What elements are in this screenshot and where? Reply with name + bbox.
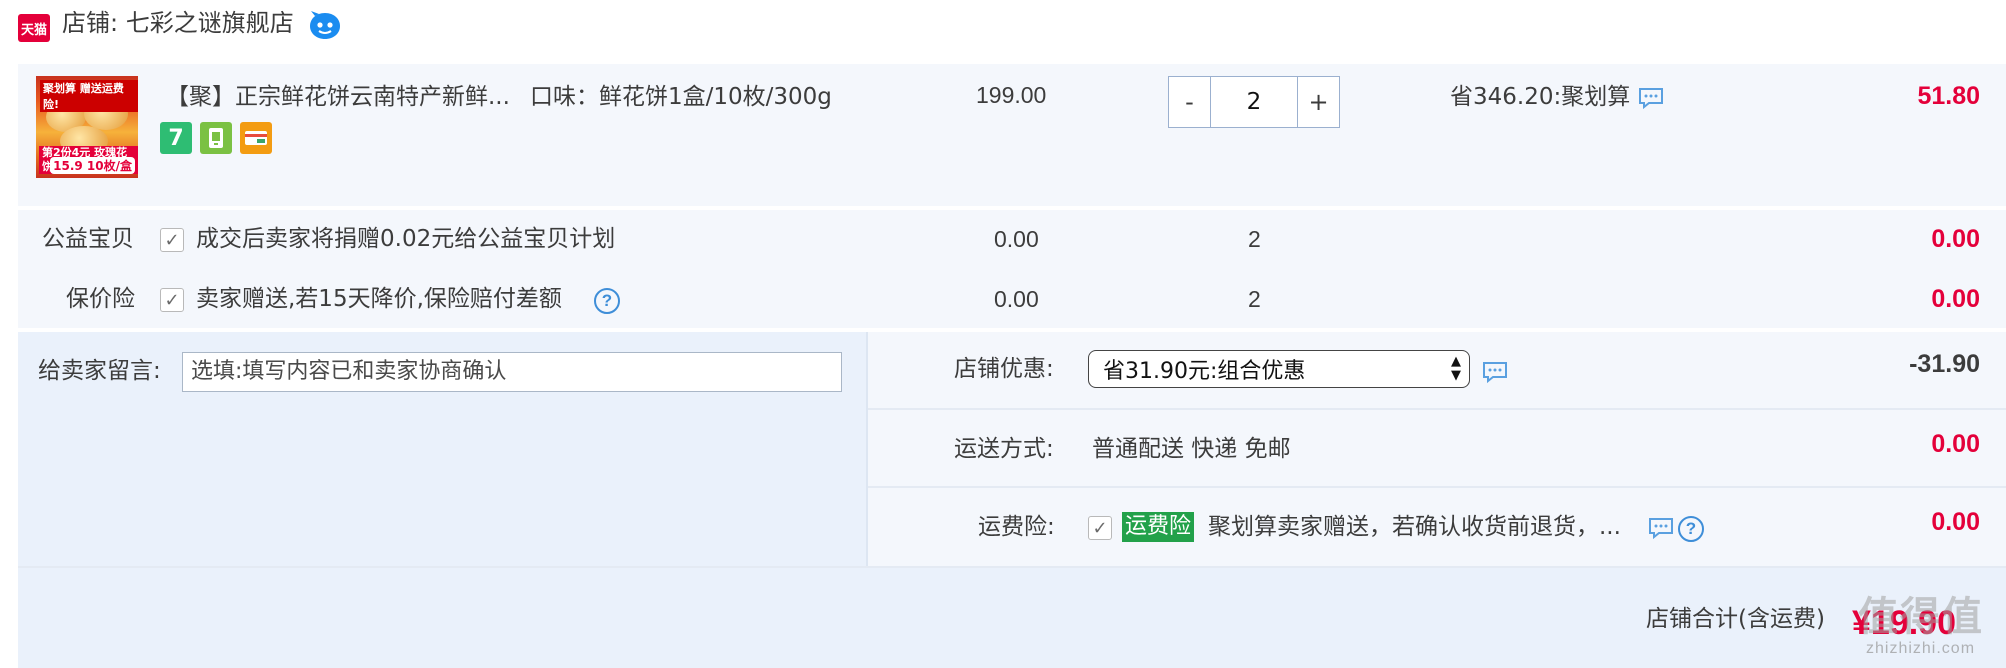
service-price-price-protect: 0.00 — [994, 286, 1039, 312]
shop-total-label: 店铺合计(含运费) — [1646, 606, 1825, 632]
shipping-value: 普通配送 快递 免邮 — [1092, 436, 1291, 462]
freight-insurance-amount: 0.00 — [1931, 508, 1980, 536]
service-desc-charity: 成交后卖家将捐赠0.02元给公益宝贝计划 — [196, 226, 616, 252]
shop-discount-select[interactable]: 省31.90元:组合优惠 ▲ ▼ — [1088, 350, 1470, 388]
shop-name[interactable]: 店铺: 七彩之谜旗舰店 — [62, 8, 294, 38]
chat-bubble-icon[interactable] — [1648, 516, 1674, 540]
shop-discount-label: 店铺优惠: — [954, 356, 1054, 382]
item-sku: 口味：鲜花饼1盒/10枚/300g — [530, 84, 832, 110]
divider — [868, 486, 2006, 488]
shipping-label: 运送方式: — [954, 436, 1054, 462]
message-input[interactable]: 选填:填写内容已和卖家协商确认 — [182, 352, 842, 392]
credit-card-icon[interactable] — [240, 122, 272, 154]
shop-discount-selected: 省31.90元:组合优惠 — [1103, 359, 1306, 384]
help-icon[interactable]: ? — [594, 288, 620, 314]
item-unit-price: 199.00 — [976, 82, 1047, 108]
freight-insurance-desc: 聚划算卖家赠送，若确认收货前退货，... — [1208, 514, 1621, 540]
item-subtotal: 51.80 — [1917, 82, 1980, 110]
chat-bubble-icon[interactable] — [1482, 360, 1508, 384]
charity-checkbox[interactable]: ✓ — [160, 228, 184, 252]
service-qty-charity: 2 — [1248, 226, 1261, 252]
divider — [866, 332, 868, 566]
qty-plus-button[interactable]: + — [1297, 77, 1339, 127]
watermark: 值得值 — [1858, 594, 1984, 640]
qty-input[interactable]: 2 — [1211, 77, 1297, 127]
service-subtotal-charity: 0.00 — [1931, 225, 1980, 253]
service-label-charity: 公益宝贝 — [42, 226, 134, 252]
seven-day-return-icon[interactable]: 7 — [160, 122, 192, 154]
shop-discount-amount: -31.90 — [1909, 350, 1980, 378]
service-qty-price-protect: 2 — [1248, 286, 1261, 312]
divider — [868, 408, 2006, 410]
service-desc-price-protect: 卖家赠送,若15天降价,保险赔付差额 — [196, 286, 562, 312]
item-thumbnail[interactable]: 聚划算 赠送运费险! 第2份4元 玫瑰花饼 15.9 10枚/盒 — [36, 76, 138, 178]
service-price-charity: 0.00 — [994, 226, 1039, 252]
item-discount: 省346.20:聚划算 — [1450, 84, 1631, 110]
freight-insurance-tag: 运费险 — [1122, 512, 1195, 542]
item-badges: 7 — [160, 122, 272, 154]
tmall-logo: 天猫 — [18, 14, 50, 42]
quantity-stepper[interactable]: - 2 + — [1168, 76, 1340, 128]
freight-insurance-label: 运费险: — [978, 514, 1055, 540]
wangwang-chat-icon[interactable] — [308, 10, 342, 42]
select-arrows-icon: ▲ ▼ — [1451, 354, 1461, 383]
message-label: 给卖家留言: — [38, 358, 161, 384]
price-protect-checkbox[interactable]: ✓ — [160, 288, 184, 312]
mobile-icon[interactable] — [200, 122, 232, 154]
divider — [18, 566, 2006, 568]
freight-insurance-checkbox[interactable]: ✓ — [1088, 516, 1112, 540]
qty-minus-button[interactable]: - — [1169, 77, 1211, 127]
watermark-url: zhizhizhi.com — [1866, 640, 1976, 657]
chat-bubble-icon[interactable] — [1638, 86, 1664, 110]
service-label-price-protect: 保价险 — [66, 286, 135, 312]
shipping-amount: 0.00 — [1931, 430, 1980, 458]
service-subtotal-price-protect: 0.00 — [1931, 285, 1980, 313]
item-title-link[interactable]: 【聚】正宗鲜花饼云南特产新鲜... — [166, 82, 510, 112]
help-icon[interactable]: ? — [1678, 516, 1704, 542]
